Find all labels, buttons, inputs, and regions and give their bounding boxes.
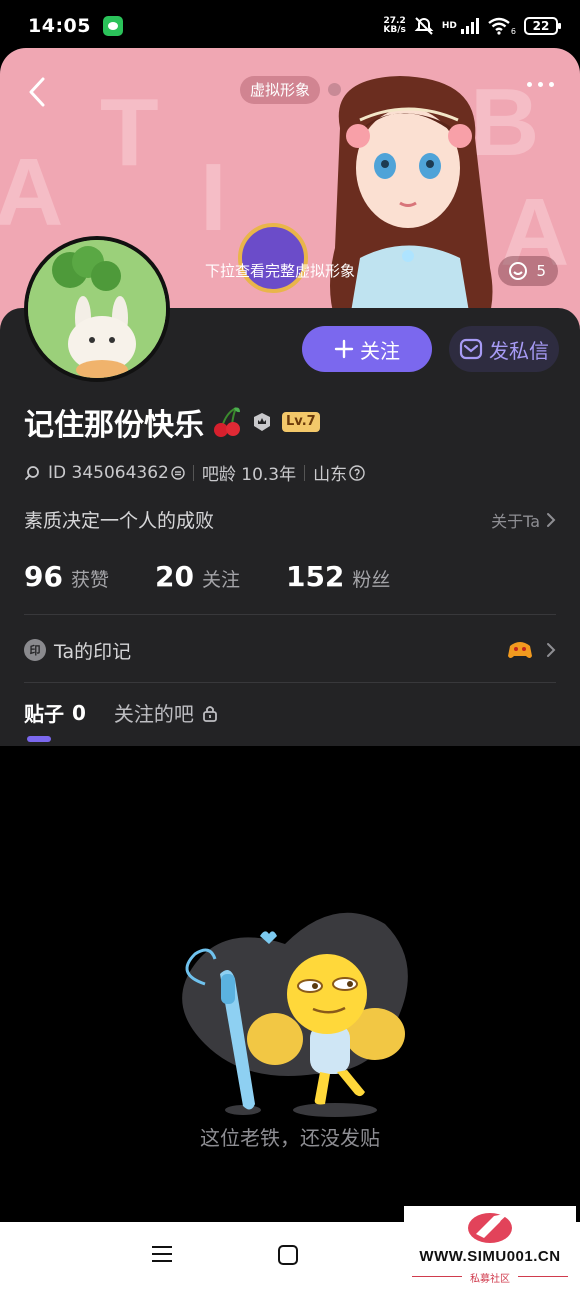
divider (24, 614, 556, 615)
wifi-icon (488, 17, 510, 35)
smile-icon (509, 262, 528, 280)
chevron-right-icon (547, 643, 556, 657)
chevron-right-icon (547, 512, 556, 527)
banner-bg-letter: T (100, 79, 159, 186)
info-separator (192, 464, 194, 481)
menu-line (152, 1246, 172, 1248)
watermark-line (518, 1276, 568, 1277)
watermark-logo-icon (468, 1210, 512, 1243)
pull-down-hint: 下拉查看完整虚拟形象 (205, 262, 356, 280)
status-indicators: 27.2 KB/s HD 6 22 (383, 16, 561, 36)
stat-number: 152 (285, 560, 345, 593)
network-type: HD (441, 21, 457, 31)
avatar-like-button[interactable]: 5 (498, 256, 558, 286)
battery-icon: 22 (524, 17, 561, 35)
marks-row[interactable]: 印 Ta的印记 (24, 630, 556, 670)
stat-number: 96 (24, 560, 63, 593)
username: 记住那份快乐 (24, 408, 204, 443)
user-id: ID 345064362 (48, 462, 169, 483)
profile-tabs: 贴子 0 关注的吧 (24, 698, 218, 727)
banner-bg-letter: I (200, 144, 227, 251)
tab-posts-count: 0 (72, 700, 86, 725)
stat-following[interactable]: 20 关注 (155, 560, 240, 593)
search-icon (25, 465, 39, 480)
about-link[interactable]: 关于Ta (491, 508, 556, 532)
avatar[interactable] (24, 236, 170, 382)
follow-label: 关注 (360, 338, 400, 363)
about-label: 关于Ta (491, 511, 540, 531)
status-bar: 14:05 27.2 KB/s HD 6 22 (0, 0, 580, 52)
bunny-avatar-image (28, 240, 166, 378)
home-button[interactable] (278, 1245, 298, 1265)
virtual-avatar-tag[interactable]: 虚拟形象 (240, 76, 321, 104)
envelope-icon (459, 338, 483, 360)
tab-followed-bars-label: 关注的吧 (113, 702, 194, 726)
banner-bg-letter: A (0, 139, 64, 246)
follow-button[interactable]: 关注 (302, 326, 432, 372)
stat-label: 关注 (201, 569, 240, 591)
plus-icon (334, 339, 354, 359)
marks-preview (506, 638, 556, 662)
profile-info-row: ID 345064362 吧龄 10.3年 山东 (24, 460, 365, 485)
battery-level: 22 (532, 19, 550, 33)
back-button[interactable] (22, 74, 52, 110)
avatar-tag-dot (328, 83, 341, 96)
seal-icon: 印 (24, 639, 46, 661)
lock-icon (203, 705, 217, 722)
more-dot-icon (538, 82, 543, 87)
like-count: 5 (536, 262, 546, 280)
gamepad-badge-icon (508, 642, 532, 658)
crown-badge-icon (254, 413, 270, 431)
wifi-sub: 6 (510, 26, 516, 36)
tab-posts-label: 贴子 (24, 702, 64, 726)
empty-message: 这位老铁，还没发贴 (200, 1126, 380, 1150)
network-speed-unit: KB/s (383, 25, 406, 35)
recent-apps-button[interactable] (152, 1246, 172, 1262)
watermark-subtitle: 私募社区 (470, 1274, 510, 1285)
stat-likes[interactable]: 96 获赞 (24, 560, 109, 593)
marks-label: Ta的印记 (54, 640, 132, 663)
bio-row: 素质决定一个人的成败 关于Ta (24, 506, 556, 533)
wechat-notification-icon (102, 16, 123, 36)
copy-icon[interactable] (171, 465, 185, 480)
watermark: WWW.SIMU001.CN 私募社区 (404, 1206, 576, 1289)
network-speed: 27.2 KB/s (383, 17, 405, 35)
stat-label: 获赞 (70, 569, 109, 591)
dm-label: 发私信 (489, 338, 549, 363)
more-dot-icon (527, 82, 532, 87)
cherry-icon (214, 407, 240, 437)
divider (24, 682, 556, 683)
tab-posts[interactable]: 贴子 0 (24, 698, 86, 727)
active-tab-indicator (27, 736, 51, 742)
tab-followed-bars[interactable]: 关注的吧 (114, 698, 218, 727)
username-row: 记住那份快乐 Lv.7 (24, 400, 320, 444)
help-icon[interactable] (349, 464, 365, 481)
alarm-off-icon (414, 17, 434, 35)
info-separator (304, 464, 306, 481)
bar-age: 吧龄 10.3年 (201, 465, 297, 485)
virtual-avatar-illustration (330, 76, 493, 348)
menu-line (152, 1260, 172, 1262)
profile-screen: 14:05 27.2 KB/s HD 6 22 A T I B A 虚拟形象 下… (0, 0, 580, 1289)
watermark-url: WWW.SIMU001.CN (419, 1248, 561, 1265)
chevron-left-icon (29, 77, 45, 107)
medal-badge (238, 223, 308, 293)
level-badge: Lv.7 (282, 412, 320, 432)
more-options-button[interactable] (527, 82, 554, 87)
stat-label: 粉丝 (352, 569, 391, 591)
menu-line (152, 1253, 172, 1255)
direct-message-button[interactable]: 发私信 (449, 326, 559, 372)
empty-cheer-illustration (182, 912, 408, 1117)
stat-followers[interactable]: 152 粉丝 (286, 560, 390, 593)
stat-number: 20 (154, 560, 194, 593)
bio-text: 素质决定一个人的成败 (24, 510, 215, 532)
more-dot-icon (549, 82, 554, 87)
stats-row: 96 获赞 20 关注 152 粉丝 (24, 560, 436, 593)
status-time: 14:05 (28, 15, 91, 37)
posts-empty-state: 这位老铁，还没发贴 (0, 746, 580, 1222)
signal-icon (460, 18, 479, 34)
location: 山东 (313, 465, 348, 485)
